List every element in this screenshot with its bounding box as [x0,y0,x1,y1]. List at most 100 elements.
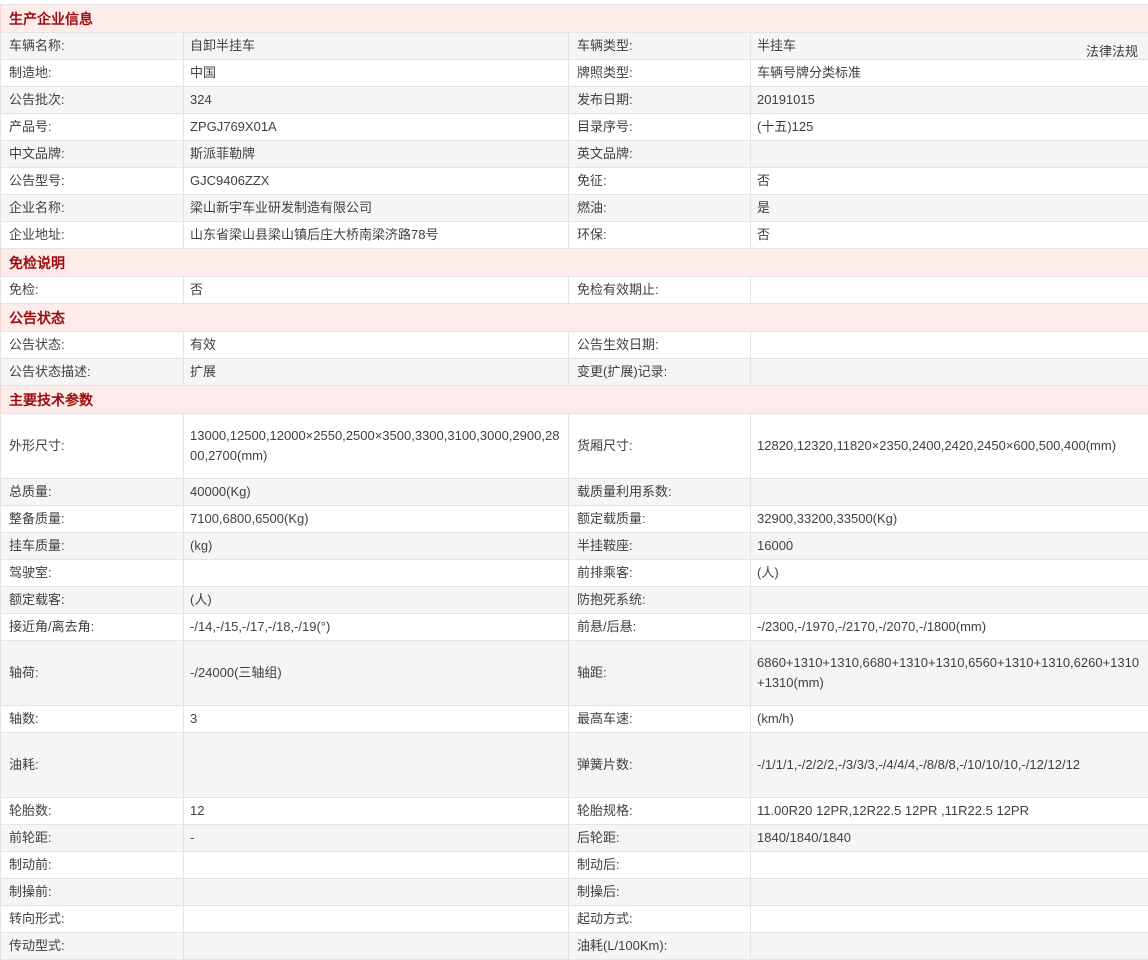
field-label: 公告状态描述: [1,359,184,386]
field-value: 自卸半挂车 [184,33,569,60]
field-value: (人) [751,560,1148,587]
field-value: 中国 [184,60,569,87]
field-value: (十五)125 [751,114,1148,141]
field-value [751,141,1148,168]
field-value [751,479,1148,506]
field-value: -/14,-/15,-/17,-/18,-/19(°) [184,614,569,641]
field-label: 轴距: [569,641,751,706]
table-row: 转向形式: 起动方式: [1,906,1148,933]
field-value [184,933,569,960]
table-row: 驾驶室:前排乘客:(人) [1,560,1148,587]
field-value [184,906,569,933]
field-value: 否 [751,222,1148,249]
table-row: 总质量:40000(Kg)载质量利用系数: [1,479,1148,506]
field-label: 制动后: [569,852,751,879]
field-label: 产品号: [1,114,184,141]
section-header-row: 公告状态 [1,304,1148,332]
field-value: 是 [751,195,1148,222]
field-label: 接近角/离去角: [1,614,184,641]
field-value [751,879,1148,906]
field-label: 前轮距: [1,825,184,852]
field-value: (kg) [184,533,569,560]
field-value [751,933,1148,960]
field-value [184,733,569,798]
field-label: 防抱死系统: [569,587,751,614]
section-header-row: 生产企业信息 [1,5,1148,33]
field-label: 免征: [569,168,751,195]
field-label: 目录序号: [569,114,751,141]
field-label: 整备质量: [1,506,184,533]
table-row: 轴数:3最高车速:(km/h) [1,706,1148,733]
field-value [751,852,1148,879]
field-label: 中文品牌: [1,141,184,168]
field-value: 梁山新宇车业研发制造有限公司 [184,195,569,222]
table-row: 额定载客:(人)防抱死系统: [1,587,1148,614]
field-label: 外形尺寸: [1,414,184,479]
field-value [751,587,1148,614]
field-label: 公告批次: [1,87,184,114]
field-value [751,906,1148,933]
field-label: 制操前: [1,879,184,906]
field-value: 13000,12500,12000×2550,2500×3500,3300,31… [184,414,569,479]
field-label: 载质量利用系数: [569,479,751,506]
field-label: 环保: [569,222,751,249]
table-row: 公告型号:GJC9406ZZX免征:否 [1,168,1148,195]
field-value: 12 [184,798,569,825]
field-label: 前排乘客: [569,560,751,587]
field-label: 免检有效期止: [569,277,751,304]
field-label: 企业地址: [1,222,184,249]
field-label: 总质量: [1,479,184,506]
table-row: 免检:否免检有效期止: [1,277,1148,304]
field-label: 制动前: [1,852,184,879]
section-title: 主要技术参数 [1,386,1148,414]
field-label: 英文品牌: [569,141,751,168]
field-label: 弹簧片数: [569,733,751,798]
field-label: 免检: [1,277,184,304]
field-value: (km/h) [751,706,1148,733]
field-value: - [184,825,569,852]
section-title: 生产企业信息 [1,5,1148,33]
field-label: 最高车速: [569,706,751,733]
section-title: 公告状态 [1,304,1148,332]
field-value: (人) [184,587,569,614]
field-label: 货厢尺寸: [569,414,751,479]
table-row: 挂车质量:(kg)半挂鞍座:16000 [1,533,1148,560]
field-value [751,359,1148,386]
field-value: 16000 [751,533,1148,560]
field-label: 轮胎规格: [569,798,751,825]
table-row: 中文品牌:斯派菲勒牌英文品牌: [1,141,1148,168]
field-value: 12820,12320,11820×2350,2400,2420,2450×60… [751,414,1148,479]
table-row: 制造地:中国牌照类型:车辆号牌分类标准 [1,60,1148,87]
field-value [184,879,569,906]
field-label: 制造地: [1,60,184,87]
field-label: 油耗(L/100Km): [569,933,751,960]
section-title: 免检说明 [1,249,1148,277]
field-value: 否 [751,168,1148,195]
field-value: 324 [184,87,569,114]
field-label: 半挂鞍座: [569,533,751,560]
field-value: 有效 [184,332,569,359]
table-row: 车辆名称:自卸半挂车车辆类型:半挂车 [1,33,1148,60]
field-label: 公告型号: [1,168,184,195]
section-header-row: 主要技术参数 [1,386,1148,414]
field-value: 40000(Kg) [184,479,569,506]
field-label: 额定载质量: [569,506,751,533]
field-value: 车辆号牌分类标准 [751,60,1148,87]
field-label: 车辆类型: [569,33,751,60]
field-label: 起动方式: [569,906,751,933]
field-label: 公告生效日期: [569,332,751,359]
field-label: 前悬/后悬: [569,614,751,641]
field-label: 企业名称: [1,195,184,222]
field-label: 挂车质量: [1,533,184,560]
field-label: 转向形式: [1,906,184,933]
table-row: 制动前: 制动后: [1,852,1148,879]
field-label: 牌照类型: [569,60,751,87]
field-value: 6860+1310+1310,6680+1310+1310,6560+1310+… [751,641,1148,706]
table-row: 外形尺寸:13000,12500,12000×2550,2500×3500,33… [1,414,1148,479]
table-row: 制操前:制操后: [1,879,1148,906]
field-label: 公告状态: [1,332,184,359]
table-row: 传动型式:油耗(L/100Km): [1,933,1148,960]
field-value [751,332,1148,359]
law-regulations-link[interactable]: 法律法规 [1086,41,1138,60]
field-value: 否 [184,277,569,304]
